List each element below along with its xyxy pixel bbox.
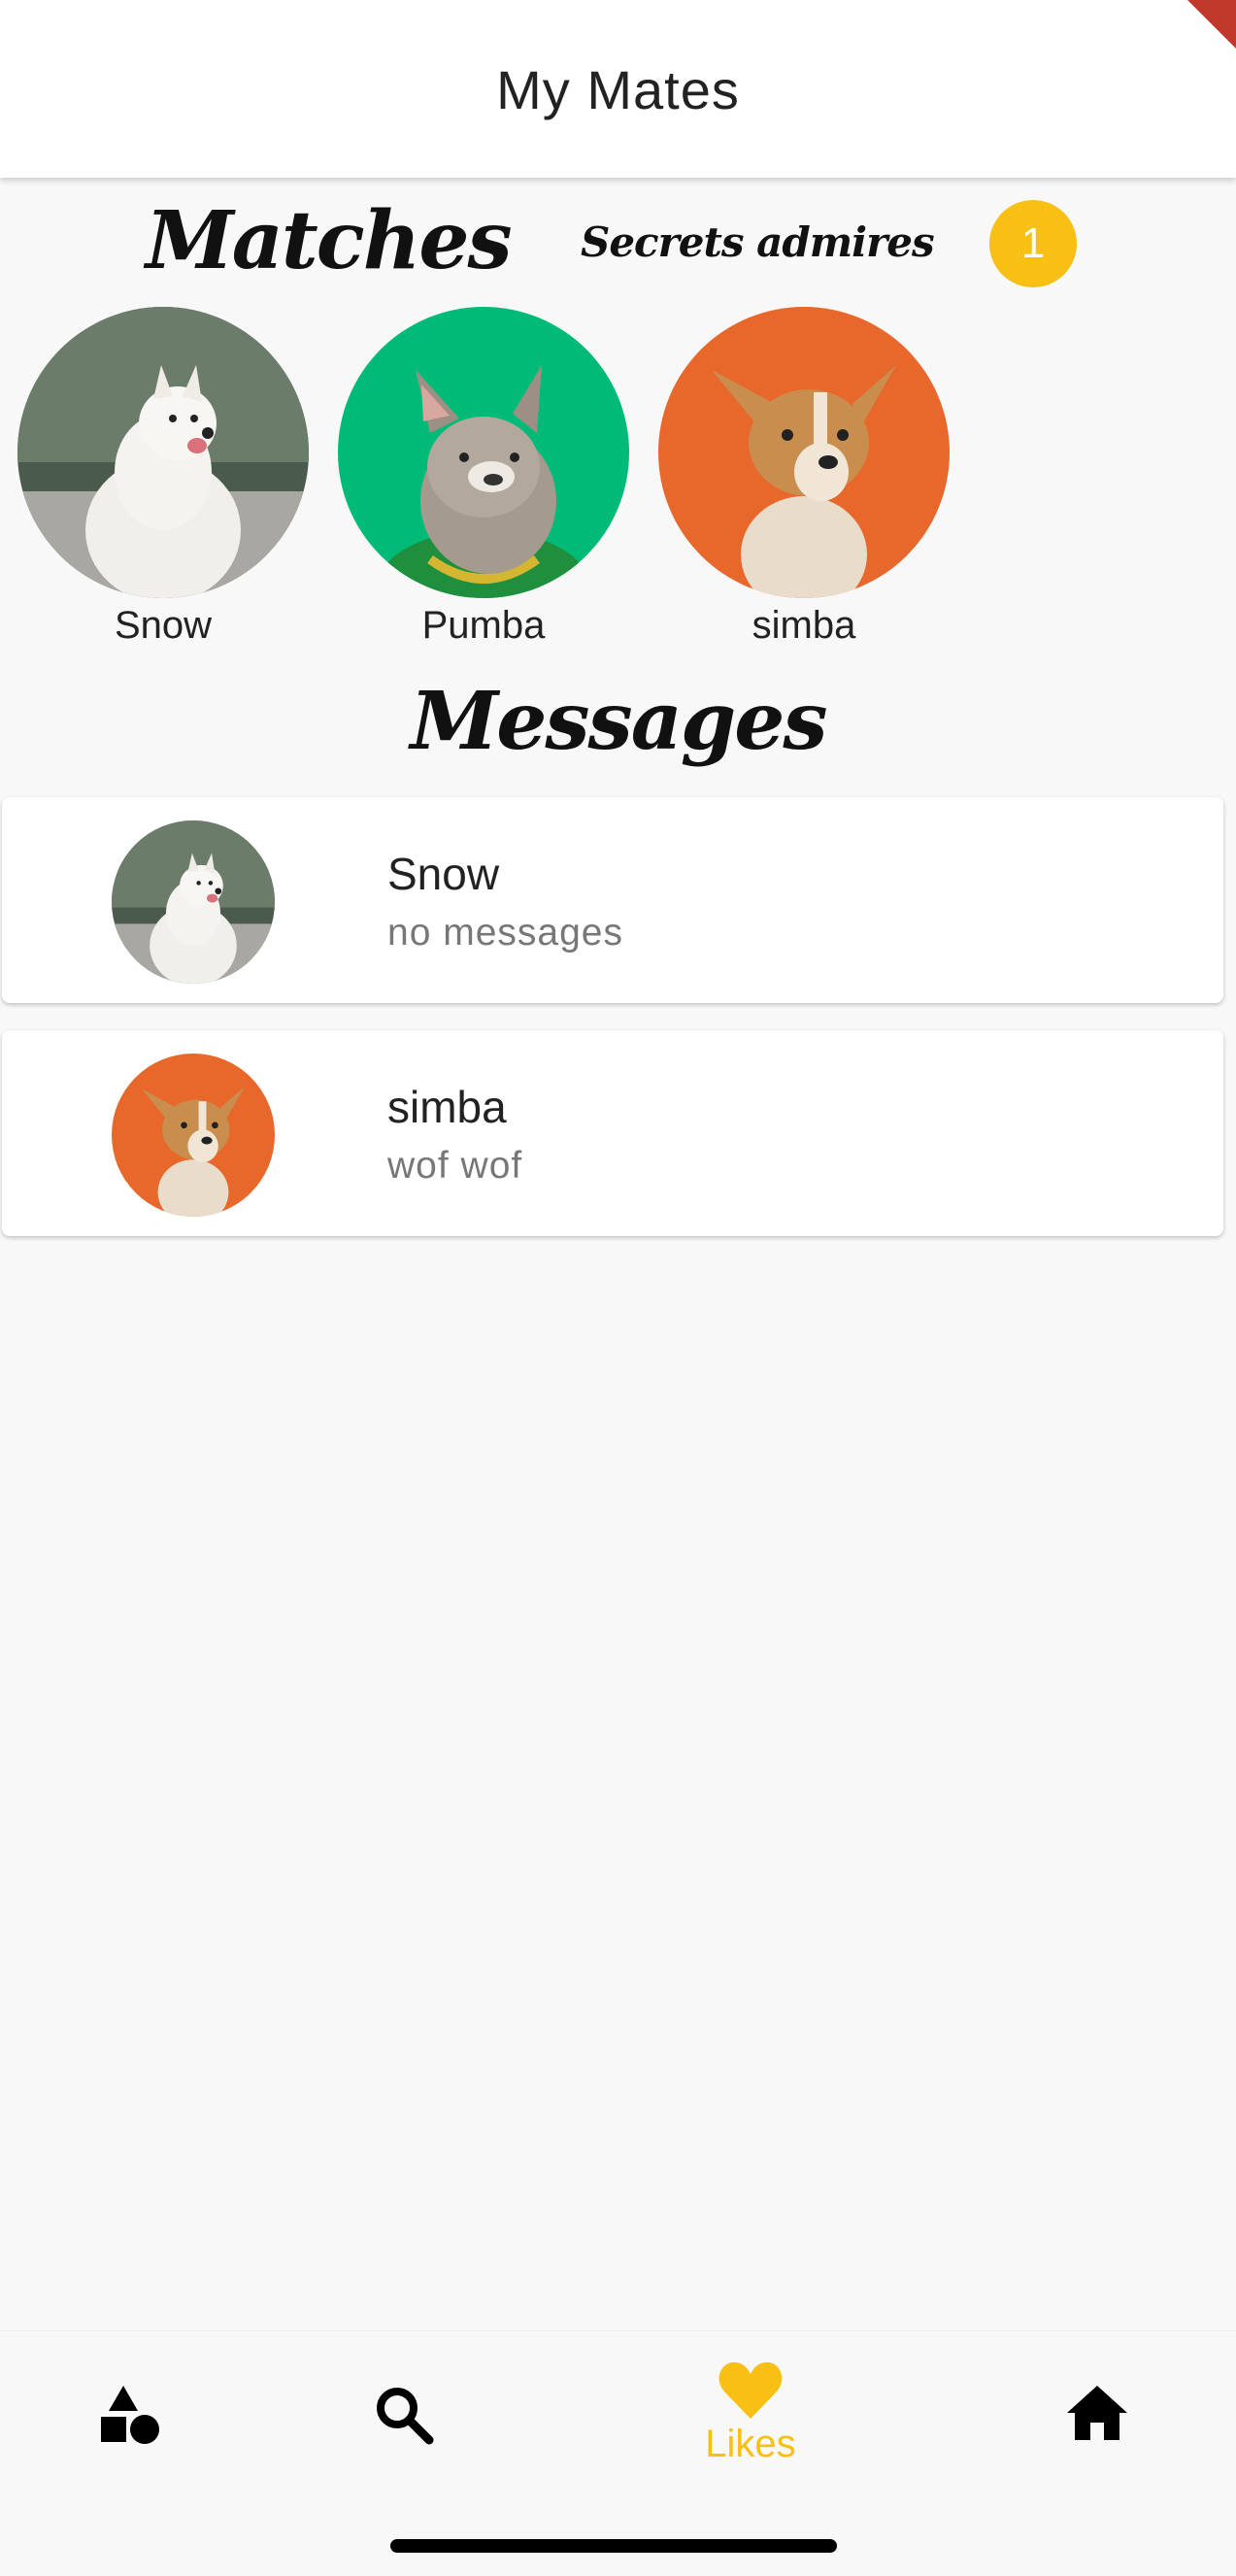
debug-banner <box>1187 0 1236 49</box>
shapes-icon <box>101 2386 159 2444</box>
avatar <box>112 1054 275 1217</box>
home-icon <box>1067 2386 1127 2440</box>
nav-label: Likes <box>705 2423 796 2465</box>
match-item-pumba[interactable]: Pumba <box>338 307 629 648</box>
white-dog-photo <box>17 307 309 598</box>
message-sender: simba <box>387 1082 507 1132</box>
message-preview: wof wof <box>387 1145 523 1187</box>
avatar <box>338 307 629 598</box>
app-bar: My Mates <box>0 0 1236 178</box>
match-name: simba <box>752 604 856 647</box>
message-item-simba[interactable]: simba wof wof <box>2 1030 1223 1236</box>
home-indicator <box>390 2539 837 2553</box>
bulldog-photo <box>338 307 629 598</box>
match-item-snow[interactable]: Snow <box>17 307 309 648</box>
search-icon <box>377 2388 434 2445</box>
avatar <box>658 307 950 598</box>
nav-item-search[interactable] <box>371 2382 439 2450</box>
avatar <box>17 307 309 598</box>
message-preview: no messages <box>387 912 623 953</box>
message-sender: Snow <box>387 849 500 899</box>
avatar <box>112 820 275 984</box>
corgi-photo <box>658 307 950 598</box>
match-item-simba[interactable]: simba <box>658 307 950 648</box>
matches-heading: Matches <box>146 194 513 287</box>
secret-admirers-link[interactable]: Secrets admires <box>581 218 935 266</box>
white-dog-photo <box>112 820 275 984</box>
message-item-snow[interactable]: Snow no messages <box>2 797 1223 1003</box>
corgi-photo <box>112 1054 275 1217</box>
messages-heading: Messages <box>410 675 827 768</box>
page-title: My Mates <box>496 59 740 120</box>
nav-item-discover[interactable] <box>95 2382 163 2450</box>
match-name: Pumba <box>421 604 546 647</box>
nav-item-likes[interactable]: Likes <box>697 2360 804 2466</box>
secret-admirers-badge[interactable]: 1 <box>989 200 1077 287</box>
match-name: Snow <box>114 604 213 647</box>
heart-icon <box>718 2361 783 2419</box>
nav-item-home[interactable] <box>1063 2380 1131 2448</box>
